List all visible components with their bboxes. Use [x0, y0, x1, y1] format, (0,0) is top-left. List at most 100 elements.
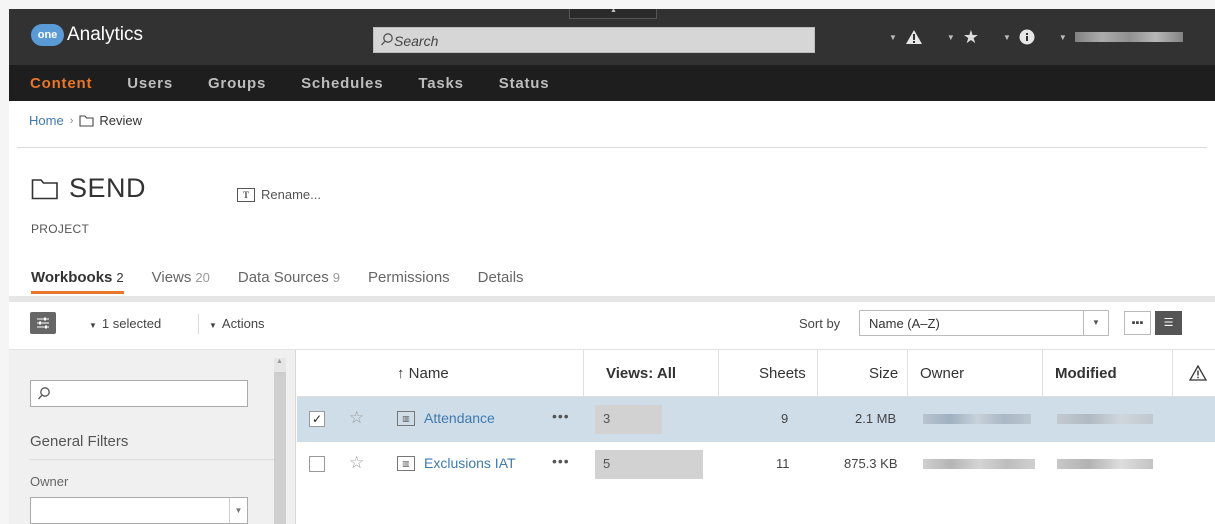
rename-button[interactable]: T Rename... [237, 187, 321, 202]
owner-redacted [923, 414, 1031, 424]
star-icon: ★ [962, 26, 979, 47]
view-toggle: ▪▪▪ ☰ [1124, 311, 1182, 335]
list-view-button[interactable]: ☰ [1155, 311, 1182, 335]
row-checkbox[interactable]: ✓ [309, 411, 325, 427]
sort-label: Sort by [799, 316, 841, 331]
favorite-star-icon[interactable]: ☆ [349, 453, 364, 473]
folder-icon [79, 114, 94, 127]
nav-status[interactable]: Status [499, 75, 550, 92]
folder-icon [31, 178, 58, 199]
views-count: 5 [603, 456, 611, 471]
tab-views[interactable]: Views 20 [152, 269, 210, 286]
nav-groups[interactable]: Groups [208, 75, 266, 92]
rename-label: Rename... [261, 187, 321, 202]
list-icon: ☰ [1163, 317, 1174, 329]
selected-count: 1 selected [101, 316, 162, 331]
col-size-header[interactable]: Size [869, 350, 898, 397]
info-icon [1019, 29, 1035, 45]
app-frame: ▲ one Analytics Search ▼ ▼ ★ ▼ ▼ Content… [9, 9, 1215, 524]
tab-count: 9 [332, 270, 340, 285]
top-icons: ▼ ▼ ★ ▼ ▼ [889, 24, 1183, 50]
caret-down-icon: ▼ [889, 32, 897, 42]
col-views-header[interactable]: Views: All [606, 350, 676, 397]
column-divider [583, 350, 584, 397]
col-name-header[interactable]: ↑ Name [397, 350, 449, 397]
tab-permissions[interactable]: Permissions [368, 269, 450, 286]
global-search[interactable]: Search [373, 27, 815, 53]
sort-value: Name (A–Z) [869, 316, 940, 331]
scrollbar-thumb[interactable] [274, 372, 286, 524]
grid-view-button[interactable]: ▪▪▪ [1124, 311, 1151, 335]
tab-label: Views [151, 269, 192, 286]
sheets-count: 11 [776, 456, 790, 471]
tab-bar: Workbooks 2 Views 20 Data Sources 9 Permiss… [31, 269, 552, 294]
column-divider [718, 350, 719, 397]
tab-data-sources[interactable]: Data Sources 9 [238, 269, 340, 286]
caret-down-icon: ▼ [89, 321, 97, 330]
column-divider [1172, 350, 1173, 397]
filter-toggle-button[interactable] [30, 312, 56, 334]
col-owner-header[interactable]: Owner [920, 350, 964, 397]
caret-up-icon: ▲ [610, 9, 617, 14]
breadcrumb-current[interactable]: Review [99, 113, 142, 128]
sheets-count: 9 [781, 411, 789, 426]
chevron-down-icon: ▼ [229, 498, 247, 523]
favorites-menu[interactable]: ▼ ★ [947, 27, 979, 48]
tab-details[interactable]: Details [478, 269, 524, 286]
size-value: 2.1 MB [855, 411, 897, 426]
nav-users[interactable]: Users [127, 75, 173, 92]
page-title: SEND [31, 173, 146, 204]
table-row[interactable]: ☆ ▥ Exclusions IAT ••• 5 11 875.3 KB [297, 442, 1215, 487]
tab-label: Permissions [367, 269, 450, 286]
search-placeholder: Search [394, 33, 439, 49]
owner-filter-label: Owner [30, 474, 69, 489]
owner-filter-select[interactable]: ▼ [30, 497, 248, 524]
views-bar [595, 450, 703, 479]
tab-count: 2 [116, 270, 124, 285]
workbook-icon: ▥ [397, 411, 415, 426]
breadcrumb: Home › Review [29, 113, 142, 128]
column-divider [907, 350, 908, 397]
app-name: Analytics [67, 24, 144, 45]
top-bar: ▲ one Analytics Search ▼ ▼ ★ ▼ ▼ [9, 9, 1215, 65]
filter-search-input[interactable] [30, 380, 248, 407]
workbook-name-link[interactable]: Attendance [424, 410, 495, 426]
owner-redacted [923, 459, 1035, 469]
table-row[interactable]: ✓ ☆ ▥ Attendance ••• 3 9 2.1 MB [297, 397, 1215, 442]
more-actions-button[interactable]: ••• [552, 453, 570, 469]
tab-workbooks[interactable]: Workbooks 2 [31, 269, 124, 294]
app-logo[interactable]: one Analytics [31, 24, 143, 46]
divider [30, 459, 275, 460]
tab-label: Data Sources [237, 269, 329, 286]
collapse-handle[interactable]: ▲ [569, 9, 657, 19]
workbook-icon: ▥ [397, 456, 415, 471]
column-divider [817, 350, 818, 397]
tab-count: 20 [195, 270, 210, 285]
sort-select[interactable]: Name (A–Z) ▼ [859, 310, 1109, 336]
caret-down-icon: ▼ [1058, 32, 1067, 42]
grid-icon: ▪▪▪ [1131, 317, 1144, 329]
nav-schedules[interactable]: Schedules [301, 75, 383, 92]
more-actions-button[interactable]: ••• [552, 408, 570, 424]
col-modified-header[interactable]: Modified [1055, 350, 1117, 397]
workbook-name-link[interactable]: Exclusions IAT [424, 455, 516, 471]
actions-menu[interactable]: ▼ Actions [209, 316, 265, 331]
user-menu[interactable]: ▼ [1059, 32, 1183, 42]
logo-badge: one [31, 24, 64, 46]
alert-icon [905, 30, 922, 44]
nav-tasks[interactable]: Tasks [418, 75, 463, 92]
project-name: SEND [69, 173, 147, 203]
search-icon [38, 387, 50, 400]
row-checkbox[interactable] [309, 456, 325, 472]
alerts-menu[interactable]: ▼ [889, 29, 923, 45]
warning-icon[interactable] [1189, 365, 1207, 381]
selection-menu[interactable]: ▼ 1 selected [89, 316, 161, 331]
breadcrumb-home[interactable]: Home [29, 113, 64, 128]
filter-panel-scrollbar[interactable]: ▲ [274, 358, 286, 524]
col-sheets-header[interactable]: Sheets [759, 350, 806, 397]
tab-label: Workbooks [31, 269, 113, 286]
nav-content[interactable]: Content [30, 75, 92, 92]
help-menu[interactable]: ▼ [1003, 29, 1035, 45]
search-icon [381, 33, 393, 46]
favorite-star-icon[interactable]: ☆ [349, 408, 364, 428]
